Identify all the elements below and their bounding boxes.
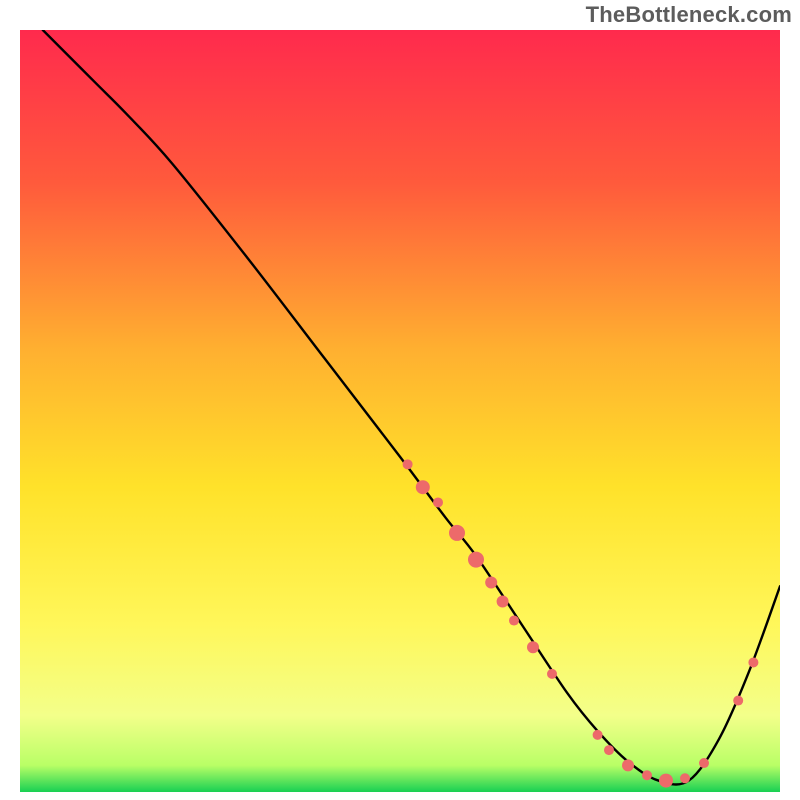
data-marker: [622, 759, 634, 771]
chart-svg: [20, 30, 780, 792]
data-marker: [497, 596, 509, 608]
data-marker: [680, 773, 690, 783]
data-marker: [604, 745, 614, 755]
data-marker: [547, 669, 557, 679]
plot-area: [20, 30, 780, 792]
data-marker: [733, 696, 743, 706]
data-marker: [659, 774, 673, 788]
data-marker: [642, 770, 652, 780]
data-marker: [527, 641, 539, 653]
data-marker: [449, 525, 465, 541]
chart-container: TheBottleneck.com: [0, 0, 800, 800]
data-marker: [403, 459, 413, 469]
gradient-background: [20, 30, 780, 792]
data-marker: [509, 616, 519, 626]
data-marker: [433, 497, 443, 507]
data-marker: [416, 480, 430, 494]
watermark-label: TheBottleneck.com: [586, 2, 792, 28]
data-marker: [699, 758, 709, 768]
data-marker: [468, 552, 484, 568]
data-marker: [748, 657, 758, 667]
data-marker: [485, 576, 497, 588]
data-marker: [593, 730, 603, 740]
